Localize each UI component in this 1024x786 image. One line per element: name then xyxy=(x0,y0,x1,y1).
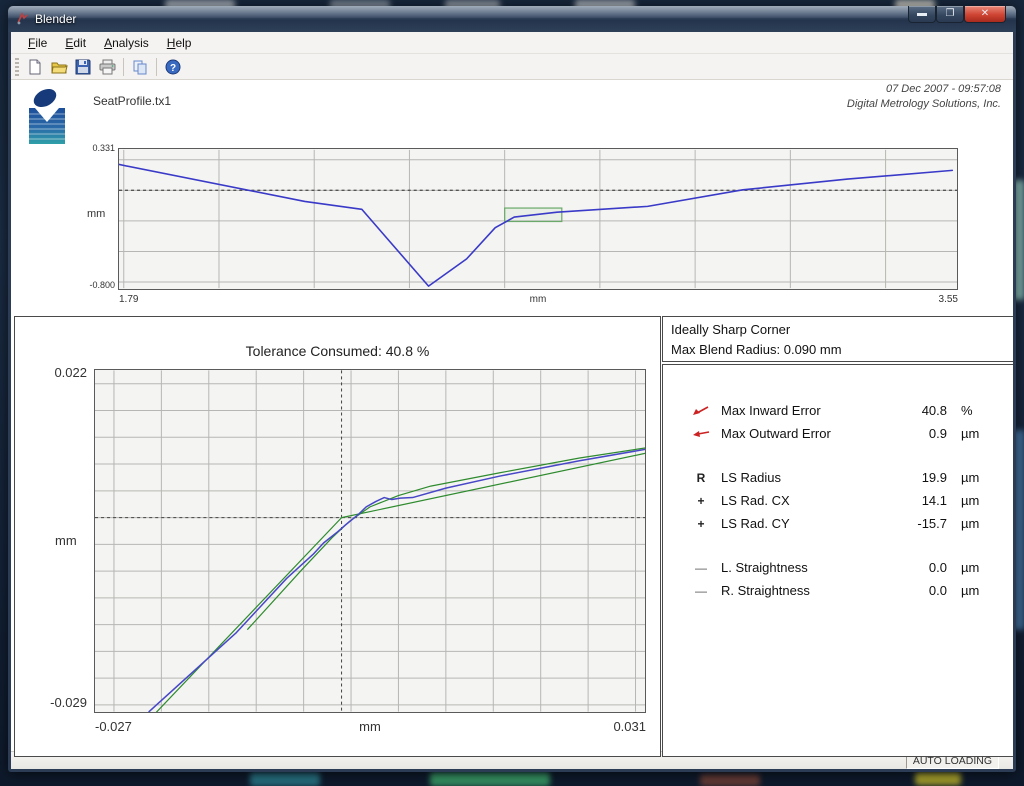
result-value: 0.0 xyxy=(881,583,947,598)
report-timestamp: 07 Dec 2007 - 09:57:08 xyxy=(847,82,1001,97)
result-value: 40.8 xyxy=(881,403,947,418)
result-value: 0.9 xyxy=(881,426,947,441)
center-x-icon: + xyxy=(689,494,713,508)
menu-help[interactable]: Help xyxy=(160,34,199,52)
title-bar[interactable]: Blender ▬ ❐ ✕ xyxy=(8,6,1016,32)
loaded-filename: SeatProfile.tx1 xyxy=(93,94,171,108)
max-blend-radius-label: Max Blend Radius: 0.090 mm xyxy=(671,340,1005,360)
result-row-ls-rad-cx: + LS Rad. CX 14.1 µm xyxy=(663,489,1013,512)
radius-icon: R xyxy=(689,471,713,485)
wallpaper-blob xyxy=(700,774,760,786)
help-icon[interactable]: ? xyxy=(162,56,184,78)
window-frame: File Edit Analysis Help xyxy=(11,32,1013,769)
company-logo xyxy=(25,88,71,146)
result-unit: µm xyxy=(947,516,993,531)
result-label: R. Straightness xyxy=(721,583,881,598)
result-row-l-straightness: — L. Straightness 0.0 µm xyxy=(663,556,1013,579)
close-button[interactable]: ✕ xyxy=(964,6,1006,23)
tolerance-consumed-title: Tolerance Consumed: 40.8 % xyxy=(15,343,660,359)
results-header: Ideally Sharp Corner Max Blend Radius: 0… xyxy=(662,316,1013,362)
center-y-icon: + xyxy=(689,517,713,531)
new-document-icon[interactable] xyxy=(24,56,46,78)
inward-error-icon xyxy=(689,405,713,416)
wallpaper-blob xyxy=(915,772,961,785)
blend-chart-xlabel: mm xyxy=(94,719,646,734)
result-label: Max Inward Error xyxy=(721,403,881,418)
toolbar-separator xyxy=(156,58,157,76)
result-unit: µm xyxy=(947,560,993,575)
blend-chart-plot xyxy=(94,369,646,713)
result-value: 19.9 xyxy=(881,470,947,485)
blend-analysis-panel: Tolerance Consumed: 40.8 % 0.022 mm -0.0… xyxy=(14,316,661,757)
blend-chart-ymax: 0.022 xyxy=(39,365,87,380)
row-spacer xyxy=(663,535,1013,556)
print-icon[interactable] xyxy=(96,56,118,78)
result-value: 0.0 xyxy=(881,560,947,575)
outward-error-icon xyxy=(689,428,713,439)
minimize-button[interactable]: ▬ xyxy=(908,6,936,23)
top-chart-ylabel: mm xyxy=(87,208,105,220)
row-spacer xyxy=(663,445,1013,466)
results-body: Max Inward Error 40.8 % Max Outward Erro… xyxy=(662,364,1013,757)
result-label: Max Outward Error xyxy=(721,426,881,441)
result-label: LS Rad. CY xyxy=(721,516,881,531)
menu-file[interactable]: File xyxy=(21,34,54,52)
app-window: Blender ▬ ❐ ✕ File Edit Analysis Help xyxy=(8,6,1016,772)
result-row-r-straightness: — R. Straightness 0.0 µm xyxy=(663,579,1013,602)
menu-bar: File Edit Analysis Help xyxy=(11,32,1013,54)
blend-chart-ylabel: mm xyxy=(55,533,77,548)
titlebar-sheen xyxy=(8,6,1016,18)
result-unit: µm xyxy=(947,426,993,441)
blend-chart-ymin: -0.029 xyxy=(33,695,87,710)
result-row-ls-rad-cy: + LS Rad. CY -15.7 µm xyxy=(663,512,1013,535)
top-chart-ymin: -0.800 xyxy=(69,280,115,290)
menu-edit[interactable]: Edit xyxy=(58,34,93,52)
result-label: LS Rad. CX xyxy=(721,493,881,508)
wallpaper-blob xyxy=(250,772,320,786)
svg-text:?: ? xyxy=(170,63,176,74)
result-unit: µm xyxy=(947,470,993,485)
toolbar: ? xyxy=(11,54,1013,80)
result-row-max-inward-error: Max Inward Error 40.8 % xyxy=(663,399,1013,422)
result-unit: µm xyxy=(947,493,993,508)
blend-chart-xmax: 0.031 xyxy=(586,719,646,734)
result-unit: µm xyxy=(947,583,993,598)
menu-analysis[interactable]: Analysis xyxy=(97,34,156,52)
maximize-button[interactable]: ❐ xyxy=(936,6,964,23)
company-name: Digital Metrology Solutions, Inc. xyxy=(847,97,1001,112)
corner-type-label: Ideally Sharp Corner xyxy=(671,320,1005,340)
result-value: -15.7 xyxy=(881,516,947,531)
copy-icon[interactable] xyxy=(129,56,151,78)
result-unit: % xyxy=(947,403,993,418)
top-chart-xlabel: mm xyxy=(118,294,958,305)
profile-chart-plot xyxy=(118,148,958,290)
right-line-icon: — xyxy=(689,584,713,598)
result-label: LS Radius xyxy=(721,470,881,485)
top-chart-ymax: 0.331 xyxy=(73,143,115,153)
toolbar-separator xyxy=(123,58,124,76)
left-line-icon: — xyxy=(689,561,713,575)
result-value: 14.1 xyxy=(881,493,947,508)
result-label: L. Straightness xyxy=(721,560,881,575)
top-chart-svg xyxy=(119,149,957,289)
open-folder-icon[interactable] xyxy=(48,56,70,78)
wallpaper-blob xyxy=(430,772,550,786)
save-icon[interactable] xyxy=(72,56,94,78)
results-panel: Ideally Sharp Corner Max Blend Radius: 0… xyxy=(662,316,1013,757)
blend-chart-svg xyxy=(95,370,645,712)
blender-app-icon xyxy=(16,12,30,26)
main-content: SeatProfile.tx1 07 Dec 2007 - 09:57:08 D… xyxy=(11,80,1013,751)
toolbar-grip[interactable] xyxy=(15,58,19,76)
result-row-max-outward-error: Max Outward Error 0.9 µm xyxy=(663,422,1013,445)
desktop: Blender ▬ ❐ ✕ File Edit Analysis Help xyxy=(0,0,1024,786)
top-chart-xmax: 3.55 xyxy=(918,294,958,305)
window-title: Blender xyxy=(35,12,76,26)
result-row-ls-radius: R LS Radius 19.9 µm xyxy=(663,466,1013,489)
report-stamp: 07 Dec 2007 - 09:57:08 Digital Metrology… xyxy=(847,82,1001,112)
